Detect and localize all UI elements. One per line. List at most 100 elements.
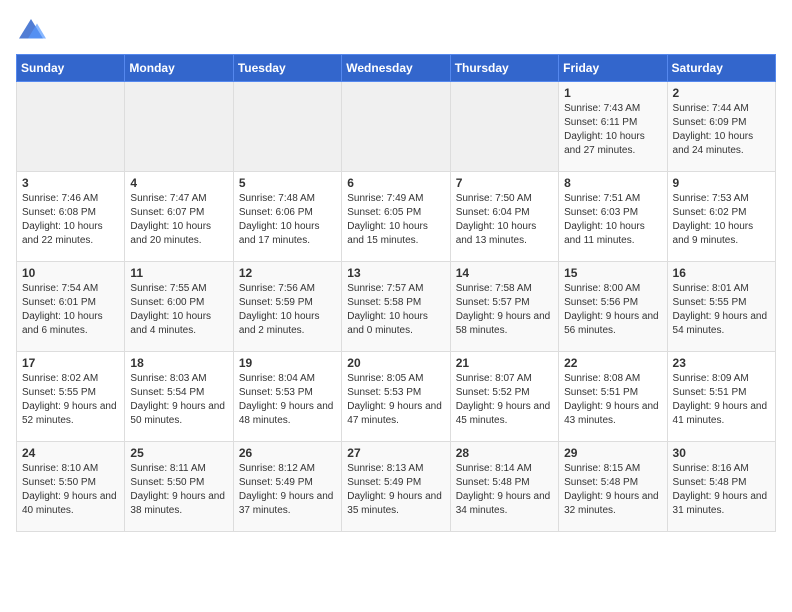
day-number: 23 xyxy=(673,356,770,370)
day-info: Sunrise: 7:48 AM xyxy=(239,192,336,206)
day-info: Sunrise: 8:14 AM xyxy=(456,462,553,476)
day-info: Sunrise: 8:13 AM xyxy=(347,462,444,476)
day-info: Daylight: 10 hours and 9 minutes. xyxy=(673,220,770,248)
day-info: Sunrise: 8:00 AM xyxy=(564,282,661,296)
day-number: 19 xyxy=(239,356,336,370)
day-info: Sunrise: 8:01 AM xyxy=(673,282,770,296)
day-info: Sunset: 5:54 PM xyxy=(130,386,227,400)
calendar-cell: 20Sunrise: 8:05 AMSunset: 5:53 PMDayligh… xyxy=(342,352,450,442)
day-info: Daylight: 9 hours and 37 minutes. xyxy=(239,490,336,518)
calendar-cell: 16Sunrise: 8:01 AMSunset: 5:55 PMDayligh… xyxy=(667,262,775,352)
day-info: Sunset: 5:53 PM xyxy=(239,386,336,400)
calendar-cell: 22Sunrise: 8:08 AMSunset: 5:51 PMDayligh… xyxy=(559,352,667,442)
calendar-cell: 10Sunrise: 7:54 AMSunset: 6:01 PMDayligh… xyxy=(17,262,125,352)
day-info: Sunset: 5:48 PM xyxy=(564,476,661,490)
day-info: Daylight: 9 hours and 54 minutes. xyxy=(673,310,770,338)
day-info: Sunrise: 7:54 AM xyxy=(22,282,119,296)
day-info: Sunrise: 8:03 AM xyxy=(130,372,227,386)
day-number: 14 xyxy=(456,266,553,280)
calendar-week-4: 24Sunrise: 8:10 AMSunset: 5:50 PMDayligh… xyxy=(17,442,776,532)
day-number: 6 xyxy=(347,176,444,190)
day-number: 27 xyxy=(347,446,444,460)
day-info: Sunset: 6:01 PM xyxy=(22,296,119,310)
day-number: 30 xyxy=(673,446,770,460)
calendar-header-row: SundayMondayTuesdayWednesdayThursdayFrid… xyxy=(17,55,776,82)
day-number: 26 xyxy=(239,446,336,460)
calendar-cell: 17Sunrise: 8:02 AMSunset: 5:55 PMDayligh… xyxy=(17,352,125,442)
day-info: Sunset: 5:51 PM xyxy=(673,386,770,400)
day-info: Daylight: 9 hours and 47 minutes. xyxy=(347,400,444,428)
day-info: Sunrise: 7:51 AM xyxy=(564,192,661,206)
day-info: Daylight: 9 hours and 34 minutes. xyxy=(456,490,553,518)
day-info: Daylight: 9 hours and 31 minutes. xyxy=(673,490,770,518)
day-info: Sunset: 5:50 PM xyxy=(130,476,227,490)
day-info: Sunset: 6:00 PM xyxy=(130,296,227,310)
calendar-week-3: 17 Sunrise: 8:02 AMSunset: 5:55 PM Dayligh… xyxy=(17,352,776,442)
calendar-cell: 13Sunrise: 7:57 AMSunset: 5:58 PMDayligh… xyxy=(342,262,450,352)
day-info: Sunset: 5:48 PM xyxy=(456,476,553,490)
day-info: Daylight: 10 hours and 27 minutes. xyxy=(564,130,661,158)
day-number: 4 xyxy=(130,176,227,190)
day-info: Sunset: 5:57 PM xyxy=(456,296,553,310)
day-info: Sunset: 6:05 PM xyxy=(347,206,444,220)
page-header xyxy=(16,16,776,46)
day-info: Sunrise: 8:09 AM xyxy=(673,372,770,386)
calendar-cell: 3Sunrise: 7:46 AMSunset: 6:08 PMDaylight… xyxy=(17,172,125,262)
day-info: Sunrise: 7:50 AM xyxy=(456,192,553,206)
day-info: Daylight: 9 hours and 58 minutes. xyxy=(456,310,553,338)
calendar-cell: 23 Sunrise: 8:09 AMSunset: 5:51 PMDayligh… xyxy=(667,352,775,442)
day-info: Sunset: 6:03 PM xyxy=(564,206,661,220)
day-info: Sunset: 6:09 PM xyxy=(673,116,770,130)
day-number: 16 xyxy=(673,266,770,280)
calendar-cell: 29Sunrise: 8:15 AMSunset: 5:48 PMDayligh… xyxy=(559,442,667,532)
day-info: Daylight: 9 hours and 41 minutes. xyxy=(673,400,770,428)
calendar-cell xyxy=(342,82,450,172)
calendar-cell: 9Sunrise: 7:53 AMSunset: 6:02 PMDaylight… xyxy=(667,172,775,262)
calendar-cell: 14Sunrise: 7:58 AMSunset: 5:57 PMDayligh… xyxy=(450,262,558,352)
day-info: Daylight: 10 hours and 20 minutes. xyxy=(130,220,227,248)
day-number: 5 xyxy=(239,176,336,190)
day-info: Sunset: 5:50 PM xyxy=(22,476,119,490)
day-number: 7 xyxy=(456,176,553,190)
day-info: Sunset: 6:11 PM xyxy=(564,116,661,130)
day-number: 12 xyxy=(239,266,336,280)
day-info: Sunset: 5:52 PM xyxy=(456,386,553,400)
day-info: Sunrise: 8:12 AM xyxy=(239,462,336,476)
day-info: Daylight: 9 hours and 48 minutes. xyxy=(239,400,336,428)
day-info: Sunrise: 7:56 AM xyxy=(239,282,336,296)
day-info: Daylight: 9 hours and 40 minutes. xyxy=(22,490,119,518)
day-number: 9 xyxy=(673,176,770,190)
header-tuesday: Tuesday xyxy=(233,55,341,82)
day-number: 17 xyxy=(22,356,119,370)
day-info: Sunset: 6:06 PM xyxy=(239,206,336,220)
day-info: Sunrise: 7:44 AM xyxy=(673,102,770,116)
day-info: Sunset: 5:48 PM xyxy=(673,476,770,490)
calendar-table: SundayMondayTuesdayWednesdayThursdayFrid… xyxy=(16,54,776,532)
calendar-cell: 18Sunrise: 8:03 AMSunset: 5:54 PMDayligh… xyxy=(125,352,233,442)
day-info: Sunrise: 8:02 AM xyxy=(22,372,119,386)
day-info: Daylight: 9 hours and 32 minutes. xyxy=(564,490,661,518)
day-info: Sunrise: 8:11 AM xyxy=(130,462,227,476)
calendar-cell: 7Sunrise: 7:50 AMSunset: 6:04 PMDaylight… xyxy=(450,172,558,262)
day-number: 11 xyxy=(130,266,227,280)
calendar-cell xyxy=(125,82,233,172)
calendar-cell: 6Sunrise: 7:49 AMSunset: 6:05 PMDaylight… xyxy=(342,172,450,262)
day-info: Sunset: 5:56 PM xyxy=(564,296,661,310)
calendar-cell: 24Sunrise: 8:10 AMSunset: 5:50 PMDayligh… xyxy=(17,442,125,532)
day-number: 22 xyxy=(564,356,661,370)
day-info: Daylight: 10 hours and 15 minutes. xyxy=(347,220,444,248)
day-info: Sunset: 5:55 PM xyxy=(22,386,119,400)
day-info: Daylight: 9 hours and 56 minutes. xyxy=(564,310,661,338)
calendar-cell: 19Sunrise: 8:04 AMSunset: 5:53 PMDayligh… xyxy=(233,352,341,442)
day-info: Sunrise: 7:46 AM xyxy=(22,192,119,206)
day-info: Sunrise: 7:43 AM xyxy=(564,102,661,116)
day-info: Daylight: 10 hours and 24 minutes. xyxy=(673,130,770,158)
calendar-cell: 11Sunrise: 7:55 AMSunset: 6:00 PMDayligh… xyxy=(125,262,233,352)
day-info: Sunrise: 8:10 AM xyxy=(22,462,119,476)
day-info: Sunset: 6:08 PM xyxy=(22,206,119,220)
header-friday: Friday xyxy=(559,55,667,82)
header-thursday: Thursday xyxy=(450,55,558,82)
day-info: Sunset: 5:59 PM xyxy=(239,296,336,310)
day-info: Daylight: 10 hours and 0 minutes. xyxy=(347,310,444,338)
calendar-cell xyxy=(450,82,558,172)
